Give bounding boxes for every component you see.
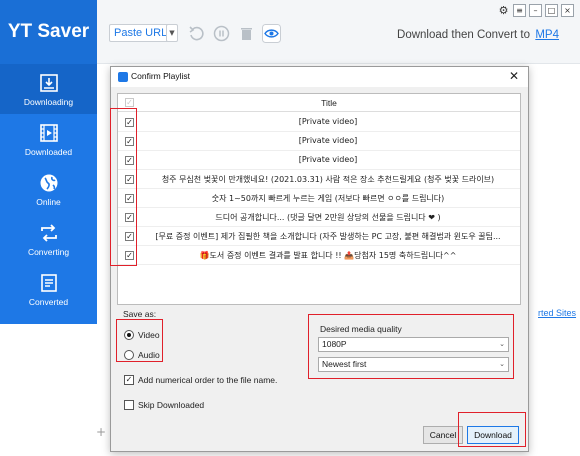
paste-url-button[interactable]: Paste URL: [109, 24, 173, 42]
skip-downloaded-checkbox[interactable]: [124, 400, 134, 410]
trash-icon[interactable]: [237, 24, 256, 43]
numerical-order-label[interactable]: Add numerical order to the file name.: [138, 375, 277, 385]
table-row[interactable]: ✓ 🎁도서 증정 이벤트 결과를 발표 합니다 !! 📤당첨자 15명 축하드립…: [118, 246, 520, 265]
app-logo: YT Saver: [0, 0, 97, 64]
confirm-playlist-dialog: Confirm Playlist ✕ ✓ Title ✓ [Private vi…: [110, 66, 529, 452]
row-title: [Private video]: [298, 136, 358, 145]
table-row[interactable]: ✓ [Private video]: [118, 151, 520, 170]
convert-arrows-icon: [40, 224, 57, 242]
checkbox-column-highlight: [110, 108, 137, 266]
row-title: 🎁도서 증정 이벤트 결과를 발표 합니다 !! 📤당첨자 15명 축하드립니다…: [199, 251, 457, 260]
table-row[interactable]: ✓ [Private video]: [118, 132, 520, 151]
nav-item-online[interactable]: Online: [0, 164, 97, 214]
nav-label-online: Online: [36, 197, 61, 207]
nav-label-converting: Converting: [27, 247, 70, 257]
undo-icon[interactable]: [187, 24, 206, 43]
row-title: 숫자 1~50까지 빠르게 누르는 게임 (저보다 빠르면 ㅇㅇ를 드립니다): [211, 194, 445, 203]
minimize-icon[interactable]: –: [529, 4, 542, 17]
row-title: 드디어 공개합니다... (댓글 달면 2만원 상당의 선물을 드립니다 ❤ ): [215, 213, 441, 222]
supported-sites-link[interactable]: rted Sites: [538, 308, 576, 318]
row-title: [Private video]: [298, 155, 358, 164]
nav-item-converting[interactable]: Converting: [0, 214, 97, 264]
menu-icon[interactable]: ≡: [513, 4, 526, 17]
paste-url-dropdown[interactable]: ▼: [166, 24, 178, 42]
convert-label: Download then Convert to: [397, 29, 530, 41]
save-as-label: Save as:: [123, 309, 157, 319]
close-icon[interactable]: ✕: [509, 69, 519, 83]
table-header: ✓ Title: [118, 94, 520, 112]
download-tray-icon: [39, 74, 58, 92]
convert-format-link[interactable]: MP4: [535, 29, 559, 41]
nav-item-downloading[interactable]: Downloading: [0, 64, 97, 114]
column-title-header: Title: [321, 98, 337, 108]
sidebar: YT Saver Downloading Downloaded Online C…: [0, 0, 97, 324]
close-window-icon[interactable]: ×: [561, 4, 574, 17]
film-icon: [39, 124, 58, 142]
gear-icon[interactable]: ⚙: [497, 4, 510, 17]
nav-label-converted: Converted: [28, 297, 69, 307]
pause-icon[interactable]: [212, 24, 231, 43]
nav-item-downloaded[interactable]: Downloaded: [0, 114, 97, 164]
table-row[interactable]: ✓ 드디어 공개합니다... (댓글 달면 2만원 상당의 선물을 드립니다 ❤…: [118, 208, 520, 227]
dialog-titlebar: Confirm Playlist ✕: [111, 67, 528, 87]
add-icon[interactable]: +: [96, 425, 106, 439]
table-row[interactable]: ✓ 숫자 1~50까지 빠르게 누르는 게임 (저보다 빠르면 ㅇㅇ를 드립니다…: [118, 189, 520, 208]
dialog-title: Confirm Playlist: [131, 71, 191, 81]
select-all-checkbox[interactable]: ✓: [125, 98, 134, 107]
download-button-highlight: [458, 412, 526, 447]
app-small-icon: [118, 72, 128, 82]
skip-downloaded-label[interactable]: Skip Downloaded: [138, 400, 204, 410]
document-list-icon: [40, 274, 57, 292]
row-title: [무료 증정 이벤트] 제가 집필한 책을 소개합니다 (자주 발생하는 PC …: [155, 232, 501, 241]
window-controls: ⚙ ≡ – □ ×: [497, 4, 574, 17]
nav-label-downloaded: Downloaded: [24, 147, 73, 157]
numerical-order-checkbox[interactable]: ✓: [124, 375, 134, 385]
quality-highlight: [308, 314, 514, 379]
nav-label-downloading: Downloading: [23, 97, 74, 107]
globe-icon: [40, 174, 57, 192]
eye-icon[interactable]: [262, 24, 281, 43]
playlist-table: ✓ Title ✓ [Private video] ✓ [Private vid…: [117, 93, 521, 305]
save-as-highlight: [116, 319, 163, 362]
table-row[interactable]: ✓ 청주 무심천 벚꽃이 만개했네요! (2021.03.31) 사람 적은 장…: [118, 170, 520, 189]
top-toolbar: Paste URL ▼ Download then Convert to MP4…: [97, 0, 580, 64]
table-row[interactable]: ✓ [Private video]: [118, 113, 520, 132]
maximize-icon[interactable]: □: [545, 4, 558, 17]
table-row[interactable]: ✓ [무료 증정 이벤트] 제가 집필한 책을 소개합니다 (자주 발생하는 P…: [118, 227, 520, 246]
cancel-button[interactable]: Cancel: [423, 426, 463, 444]
row-title: [Private video]: [298, 117, 358, 126]
nav-item-converted[interactable]: Converted: [0, 264, 97, 314]
row-title: 청주 무심천 벚꽃이 만개했네요! (2021.03.31) 사람 적은 장소 …: [161, 175, 495, 184]
